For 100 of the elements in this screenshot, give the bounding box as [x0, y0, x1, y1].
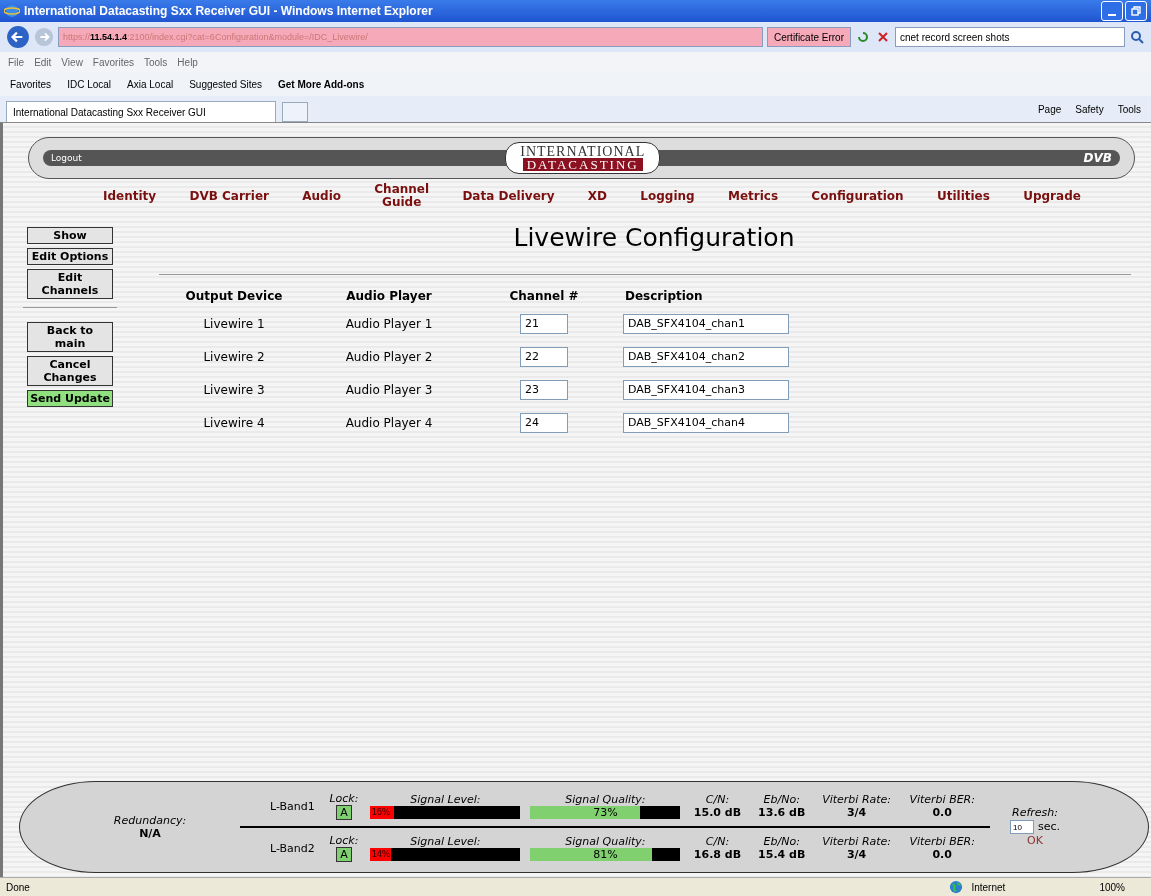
zoom-level[interactable]: 100% — [1099, 881, 1145, 893]
refresh-field[interactable]: 10 — [1010, 820, 1034, 834]
side-button[interactable]: Edit Options — [27, 248, 113, 265]
column-header: Channel # — [508, 288, 580, 305]
nav-link[interactable]: Channel Guide — [374, 183, 430, 209]
signal-quality-reading: 73% — [592, 806, 619, 819]
menu-item[interactable]: View — [61, 56, 83, 68]
signal-quality-label: Signal Quality: — [565, 835, 646, 848]
refresh-icon[interactable] — [855, 29, 871, 45]
table-cell: Audio Player 2 — [345, 349, 433, 364]
table-cell: Audio Player 3 — [345, 382, 433, 397]
favorites-button[interactable]: Favorites — [10, 78, 52, 90]
ok-link[interactable]: OK — [1027, 834, 1043, 848]
nav-link[interactable]: Identity — [103, 189, 157, 203]
browser-tab[interactable]: International Datacasting Sxx Receiver GUI — [6, 101, 276, 122]
side-button[interactable]: Back to main — [27, 322, 113, 352]
description-field[interactable]: DAB_SFX4104_chan4 — [623, 412, 789, 433]
nav-link[interactable]: Audio — [302, 189, 341, 203]
nav-link[interactable]: XD — [587, 189, 608, 203]
signal-quality-label: Signal Quality: — [565, 793, 646, 806]
nav-link[interactable]: Utilities — [936, 189, 990, 203]
cn-value: 15.0 dB — [693, 806, 742, 819]
nav-link[interactable]: Metrics — [727, 189, 779, 203]
viterbi-rate-value: 3/4 — [846, 848, 867, 861]
back-button[interactable] — [6, 25, 30, 49]
signal-quality-reading: 81% — [592, 848, 619, 861]
minimize-icon — [1108, 14, 1116, 16]
ebno-label: Eb/No: — [763, 793, 800, 806]
column-header: Description — [624, 288, 704, 305]
signal-level-label: Signal Level: — [410, 793, 481, 806]
column-header: Output Device — [184, 288, 284, 305]
redundancy-label: Redundancy: — [113, 814, 187, 827]
refresh-unit: sec. — [1038, 820, 1061, 834]
menu-item[interactable]: Edit — [34, 56, 52, 68]
logout-button[interactable]: Logout — [51, 153, 82, 163]
description-field[interactable]: DAB_SFX4104_chan2 — [623, 346, 789, 367]
page-heading: Livewire Configuration — [512, 223, 796, 252]
window-title: International Datacasting Sxx Receiver GUI - Windows Internet Explorer — [24, 4, 434, 18]
certificate-error-button[interactable]: Certificate Error — [767, 27, 851, 47]
nav-link[interactable]: Data Delivery — [462, 189, 555, 203]
nav-link[interactable]: Upgrade — [1023, 189, 1081, 203]
viterbi-ber-label: Viterbi BER: — [909, 793, 975, 806]
favorites-link[interactable]: IDC Local — [67, 78, 112, 90]
command-menu[interactable]: Tools — [1113, 103, 1145, 115]
viterbi-rate-label: Viterbi Rate: — [822, 793, 892, 806]
lock-label: Lock: — [329, 834, 359, 847]
side-button[interactable]: Send Update — [27, 390, 113, 407]
refresh-label: Refresh: — [1012, 806, 1058, 820]
side-button[interactable]: Edit Channels — [27, 269, 113, 299]
search-icon[interactable] — [1129, 29, 1145, 45]
security-zone: Internet — [971, 881, 1007, 893]
viterbi-rate-label: Viterbi Rate: — [822, 835, 892, 848]
menu-item[interactable]: Help — [177, 56, 198, 68]
band-name: L-Band2 — [270, 841, 316, 855]
cn-label: C/N: — [705, 835, 730, 848]
command-menu[interactable]: Safety — [1071, 103, 1108, 115]
description-field[interactable]: DAB_SFX4104_chan3 — [623, 379, 789, 400]
lock-indicator: A — [336, 847, 352, 862]
browser-logo-icon — [4, 3, 20, 19]
column-header: Audio Player — [345, 288, 433, 305]
signal-level-label: Signal Level: — [410, 835, 481, 848]
status-text: Done — [6, 881, 30, 893]
cn-label: C/N: — [705, 793, 730, 806]
channel-field[interactable]: 22 — [520, 346, 568, 367]
menu-item[interactable]: Favorites — [92, 56, 134, 68]
company-logo: INTERNATIONAL DATACASTING — [505, 142, 661, 174]
nav-link[interactable]: Logging — [640, 189, 695, 203]
nav-link[interactable]: DVB Carrier — [189, 189, 269, 203]
command-menu[interactable]: Page — [1033, 103, 1066, 115]
dvb-label: DVB — [1083, 151, 1112, 165]
viterbi-rate-value: 3/4 — [846, 806, 867, 819]
viterbi-ber-label: Viterbi BER: — [909, 835, 975, 848]
search-field[interactable]: cnet record screen shots — [895, 27, 1125, 47]
redundancy-value: N/A — [139, 827, 161, 840]
table-cell: Livewire 3 — [203, 382, 265, 397]
table-cell: Livewire 4 — [203, 415, 265, 430]
menu-item[interactable]: Tools — [144, 56, 168, 68]
restore-button[interactable] — [1125, 1, 1147, 21]
description-field[interactable]: DAB_SFX4104_chan1 — [623, 313, 789, 334]
favorites-link[interactable]: Get More Add-ons — [278, 78, 365, 90]
globe-icon — [949, 880, 964, 894]
table-cell: Audio Player 4 — [345, 415, 433, 430]
ebno-value: 13.6 dB — [758, 806, 806, 819]
lock-label: Lock: — [329, 792, 359, 805]
band-name: L-Band1 — [270, 799, 316, 813]
nav-link[interactable]: Configuration — [811, 189, 904, 203]
signal-level-reading: 16% — [370, 806, 391, 819]
viterbi-ber-value: 0.0 — [932, 806, 952, 819]
side-button[interactable]: Cancel Changes — [27, 356, 113, 386]
minimize-button[interactable] — [1101, 1, 1123, 21]
side-button[interactable]: Show — [27, 227, 113, 244]
favorites-link[interactable]: Axia Local — [127, 78, 174, 90]
channel-field[interactable]: 24 — [520, 412, 568, 433]
viterbi-ber-value: 0.0 — [932, 848, 952, 861]
channel-field[interactable]: 21 — [520, 313, 568, 334]
table-cell: Audio Player 1 — [345, 316, 433, 331]
favorites-link[interactable]: Suggested Sites — [189, 78, 262, 90]
menu-item[interactable]: File — [8, 56, 25, 68]
signal-level-reading: 14% — [370, 848, 391, 861]
channel-field[interactable]: 23 — [520, 379, 568, 400]
